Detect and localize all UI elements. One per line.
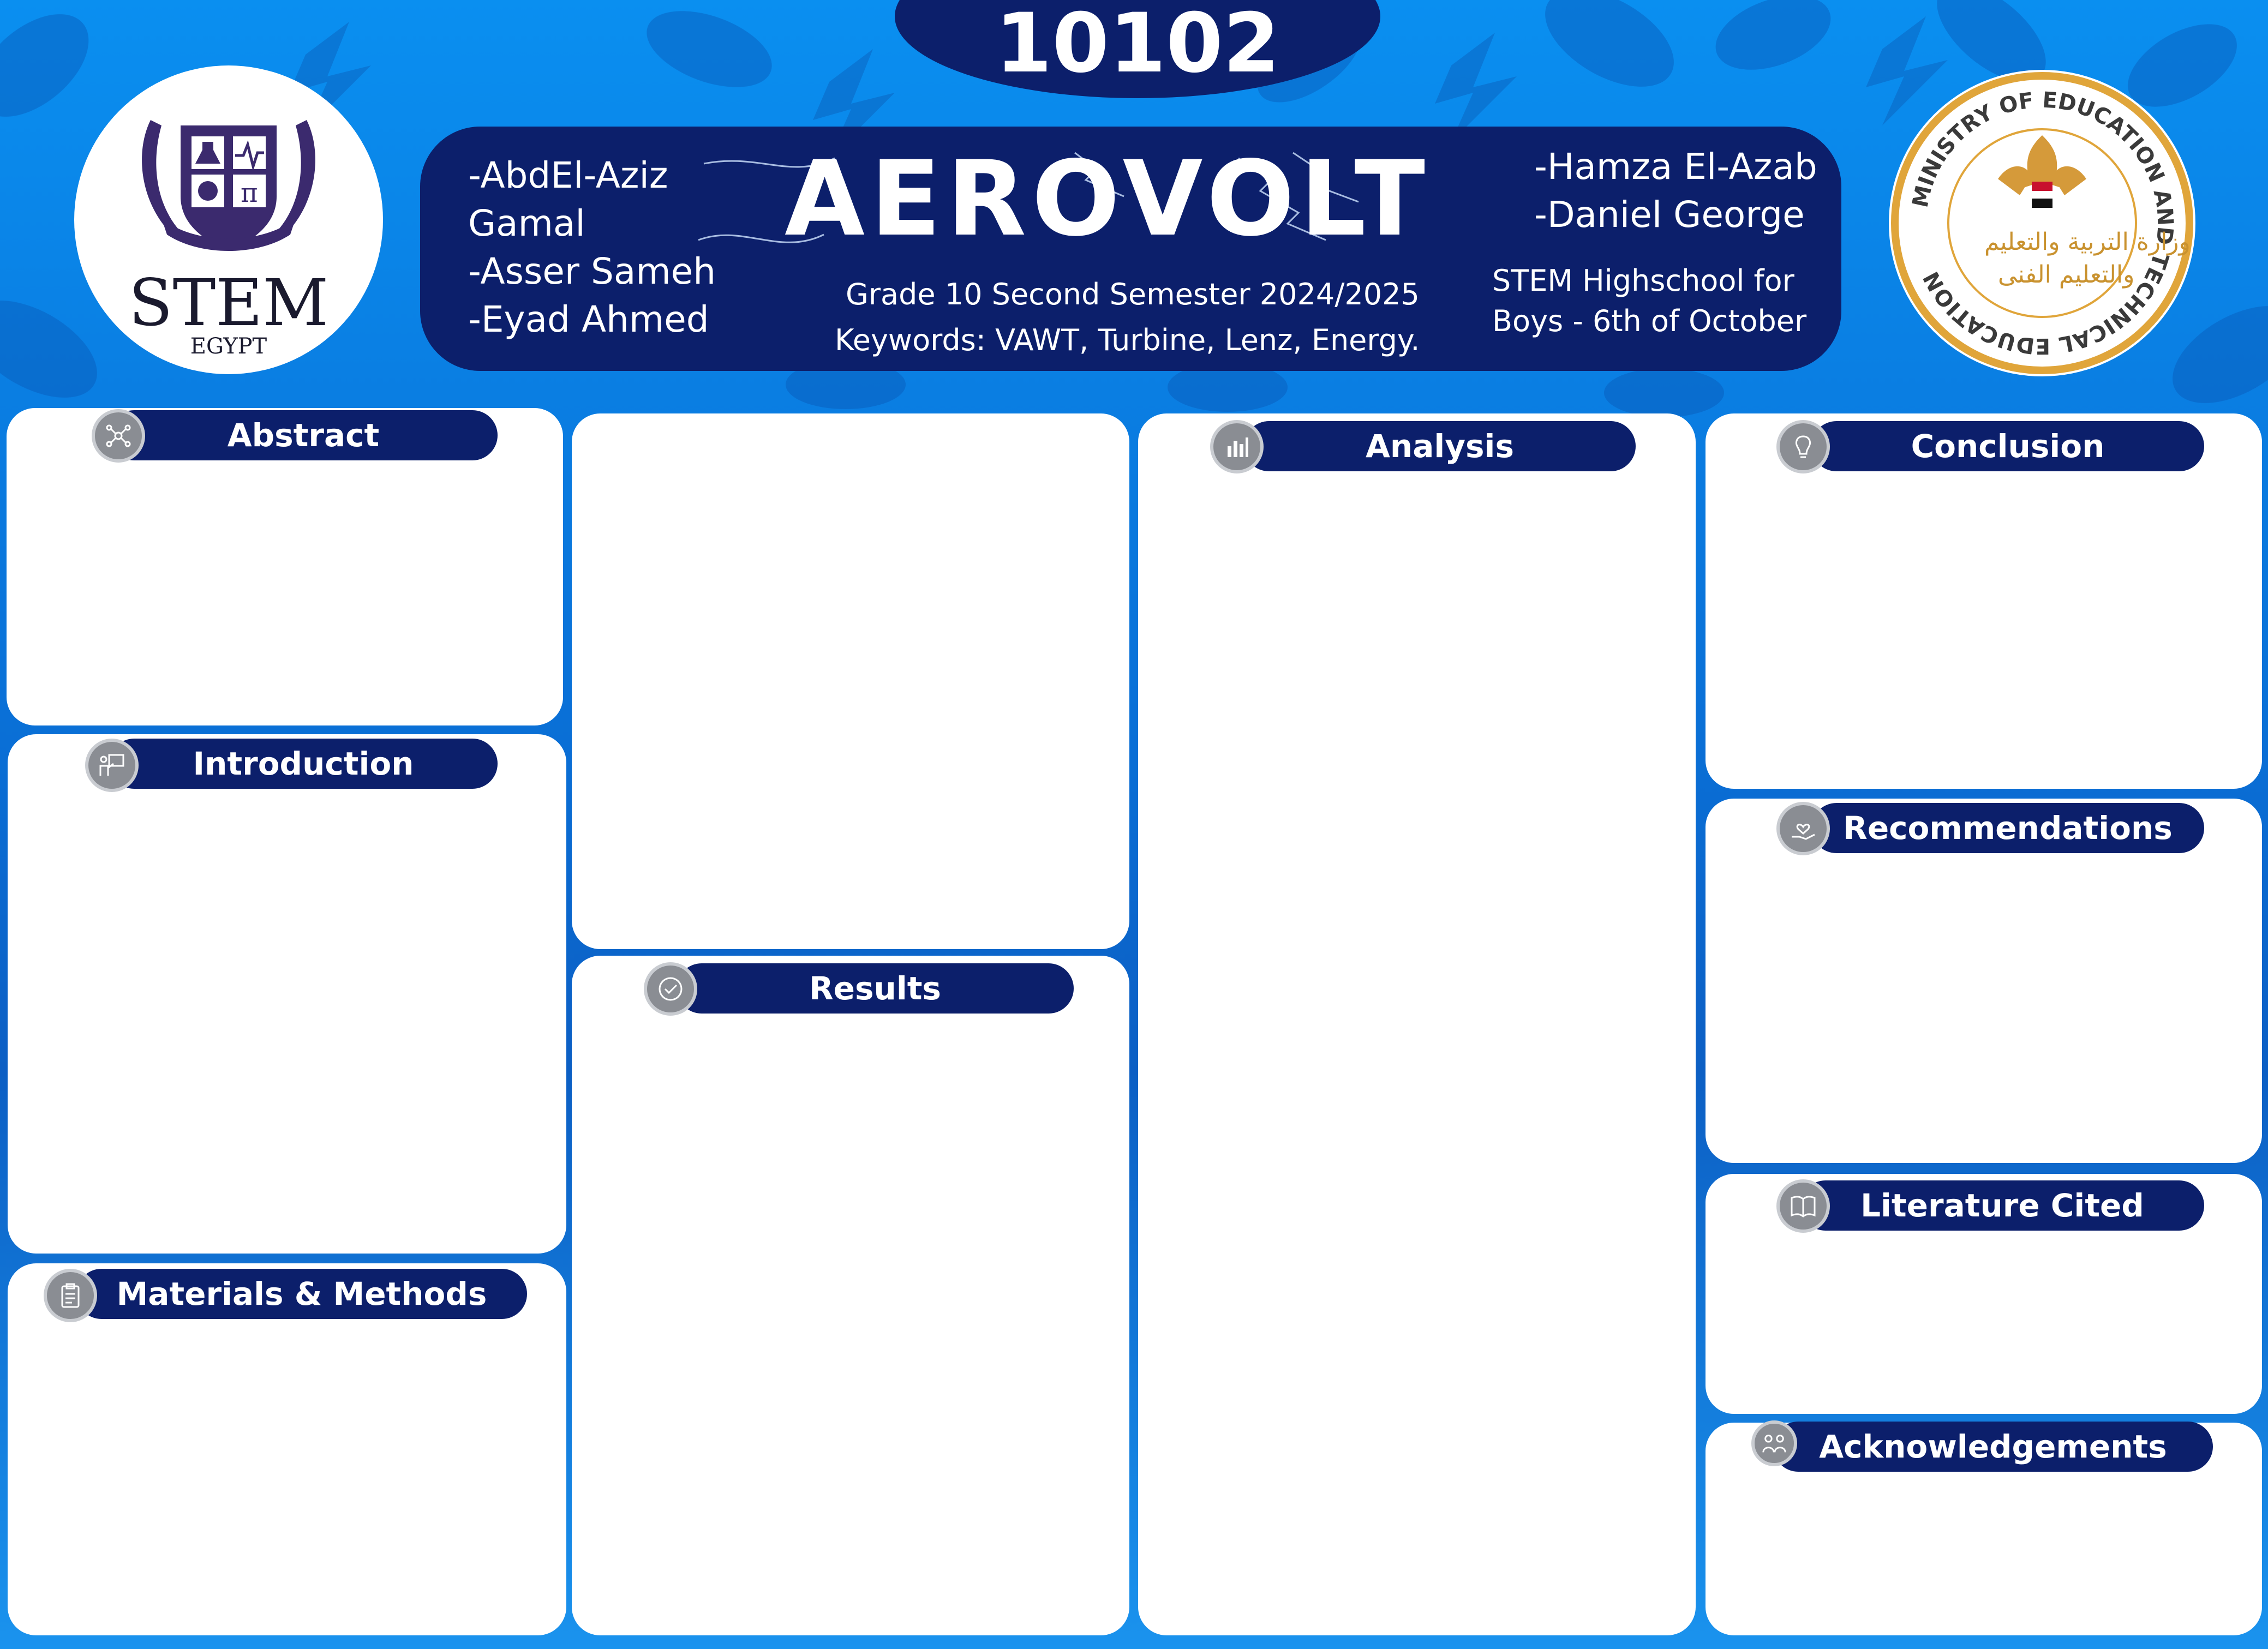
author-name: -Eyad Ahmed: [468, 298, 709, 340]
ministry-logo: MINISTRY OF EDUCATION AND TECHNICAL EDUC…: [1889, 70, 2195, 376]
blank-card: [572, 413, 1129, 949]
network-icon: [92, 409, 145, 463]
results-heading: Results: [677, 963, 1074, 1014]
author-name: -Hamza El-Azab: [1534, 146, 1817, 188]
egypt-logo-text: EGYPT: [190, 334, 267, 359]
acknowledgements-heading: Acknowledgements: [1773, 1422, 2213, 1472]
recommendations-heading: Recommendations: [1811, 803, 2204, 853]
recommendations-card: [1706, 799, 2262, 1163]
analysis-heading: Analysis: [1244, 421, 1636, 471]
introduction-card: [8, 734, 566, 1254]
conclusion-heading: Conclusion: [1811, 421, 2204, 471]
svg-text:وزارة التربية والتعليم: وزارة التربية والتعليم: [1984, 228, 2191, 256]
analysis-card: [1138, 413, 1696, 1635]
author-name: -Daniel George: [1534, 194, 1805, 236]
author-name: -AbdEl-Aziz: [468, 154, 668, 196]
lightbulb-icon: [1776, 420, 1830, 473]
introduction-heading: Introduction: [109, 739, 498, 789]
authors-right: -Hamza El-Azab -Daniel George: [1534, 143, 1817, 239]
hand-heart-icon: [1776, 802, 1830, 855]
literature-cited-heading: Literature Cited: [1800, 1180, 2204, 1231]
stem-egypt-logo: π STEM EGYPT: [74, 65, 383, 374]
book-icon: [1776, 1179, 1830, 1233]
ministry-seal-icon: MINISTRY OF EDUCATION AND TECHNICAL EDUC…: [1891, 72, 2193, 374]
crest-icon: π: [142, 120, 315, 251]
results-card: [572, 956, 1129, 1635]
authors-left: -AbdEl-Aziz Gamal -Asser Sameh -Eyad Ahm…: [468, 152, 716, 344]
people-icon: [1751, 1420, 1797, 1466]
keywords-line: Keywords: VAWT, Turbine, Lenz, Energy.: [835, 323, 1420, 357]
stem-logo-text: STEM: [128, 265, 329, 340]
materials-methods-heading: Materials & Methods: [76, 1269, 527, 1319]
svg-text:AEROVOLT: AEROVOLT: [785, 147, 1431, 256]
aerovolt-brand: AEROVOLT: [698, 147, 1431, 256]
school-info: STEM Highschool for Boys - 6th of Octobe…: [1492, 261, 1806, 341]
svg-text:والتعليم الفنى: والتعليم الفنى: [1998, 261, 2134, 289]
svg-text:π: π: [241, 178, 258, 208]
check-badge-icon: [644, 962, 697, 1016]
author-name: -Asser Sameh: [468, 250, 716, 292]
author-name: Gamal: [468, 202, 585, 244]
grade-line: Grade 10 Second Semester 2024/2025: [846, 277, 1420, 311]
abstract-heading: Abstract: [109, 410, 498, 460]
school-line: STEM Highschool for: [1492, 263, 1794, 298]
presenter-icon: [85, 739, 139, 792]
materials-methods-card: [8, 1263, 566, 1635]
clipboard-icon: [44, 1269, 97, 1322]
bar-chart-icon: [1210, 420, 1264, 473]
poster-id-number: 10102: [995, 0, 1280, 91]
school-line: Boys - 6th of October: [1492, 304, 1807, 338]
